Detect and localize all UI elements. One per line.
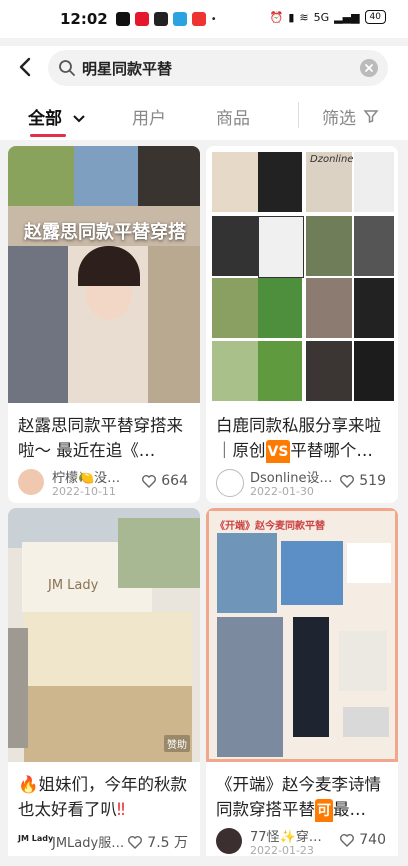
back-icon[interactable] xyxy=(14,55,38,79)
heart-icon xyxy=(340,834,355,847)
status-time: 12:02 xyxy=(60,10,108,28)
note-title[interactable]: 赵露思同款平替穿搭来啦～ 最近在追《… xyxy=(8,403,200,463)
note-title[interactable]: 白鹿同款私服分享来啦｜原创 VS 平替哪个… xyxy=(206,403,398,463)
note-title[interactable]: 《开端》赵今麦李诗情同款穿搭平替可最… xyxy=(206,762,398,822)
like-count: 519 xyxy=(359,473,386,489)
network-label: 5G xyxy=(313,10,330,24)
like-button[interactable]: 7.5 万 xyxy=(127,832,188,852)
like-count: 740 xyxy=(359,832,386,848)
battery-icon: 40 xyxy=(364,10,386,24)
filter-tabs: 全部 用户 商品 筛选 xyxy=(0,90,408,140)
search-box[interactable]: 明星同款平替 xyxy=(48,50,388,86)
tab-users[interactable]: 用户 xyxy=(132,104,166,129)
like-button[interactable]: 664 xyxy=(141,473,188,489)
author-name[interactable]: 柠檬🍋没… xyxy=(52,467,120,486)
heart-icon xyxy=(128,836,143,849)
tab-products[interactable]: 商品 xyxy=(216,104,250,129)
note-title-part: 平替哪个… xyxy=(290,441,373,460)
status-bar: 12:02 • ⏰ ▮ ≋ 5G ▂▄▆ 40 xyxy=(0,0,408,38)
vibrate-icon: ▮ xyxy=(288,10,295,24)
bag-brand-text: JM Lady xyxy=(48,578,99,593)
heart-icon xyxy=(340,475,355,488)
status-right: ⏰ ▮ ≋ 5G ▂▄▆ 40 xyxy=(270,10,386,24)
like-count: 664 xyxy=(161,473,188,489)
telegram-icon xyxy=(172,12,187,26)
author-name[interactable]: JMLady服… xyxy=(52,832,124,851)
search-query[interactable]: 明星同款平替 xyxy=(82,58,172,79)
avatar[interactable]: JM Lady xyxy=(18,834,53,843)
tab-filter[interactable]: 筛选 xyxy=(322,104,379,129)
note-cover-image[interactable]: JM Lady 赞助 xyxy=(8,508,200,762)
ke-badge: 可 xyxy=(315,799,333,822)
sponsored-label: 赞助 xyxy=(164,735,190,752)
filter-icon xyxy=(363,110,379,124)
note-title-part: 姐妹们，今年的秋款也太好看了叭 xyxy=(18,775,188,819)
note-cover-image[interactable]: 赵露思同款平替穿搭 xyxy=(8,146,200,403)
like-count: 7.5 万 xyxy=(147,835,188,851)
note-title-part: 最… xyxy=(333,800,366,819)
double-exclamation-icon: ‼ xyxy=(117,800,126,819)
note-meta: Dsonline设… 2022-01-30 519 xyxy=(206,463,398,503)
note-card[interactable]: 《开端》赵今麦同款平替 《开端》赵今麦李诗情同款穿搭平替可最… 77怪✨穿… 2… xyxy=(206,508,398,862)
chevron-down-icon xyxy=(73,115,85,123)
vs-badge: VS xyxy=(265,440,291,463)
note-card[interactable]: 赵露思同款平替穿搭 赵露思同款平替穿搭来啦～ 最近在追《… 柠檬🍋没… 2022… xyxy=(8,146,200,503)
note-cover-image[interactable]: 《开端》赵今麦同款平替 xyxy=(206,508,398,762)
alarm-icon: ⏰ xyxy=(269,10,284,24)
tab-all-label: 全部 xyxy=(28,109,62,129)
tab-divider xyxy=(298,102,299,128)
post-date: 2022-01-30 xyxy=(250,485,314,498)
author-name[interactable]: 77怪✨穿… xyxy=(250,826,322,845)
like-button[interactable]: 740 xyxy=(339,832,386,848)
wifi-icon: ≋ xyxy=(299,10,309,24)
search-header: 明星同款平替 xyxy=(0,46,408,90)
fire-icon: 🔥 xyxy=(18,775,39,794)
post-date: 2022-10-11 xyxy=(52,485,116,498)
tab-active-underline xyxy=(30,134,66,137)
note-title[interactable]: 🔥姐妹们，今年的秋款也太好看了叭‼ xyxy=(8,762,200,822)
note-card[interactable]: Dzonline 白鹿同款私服分享来啦｜原创 VS 平替哪个… Dsonline设…… xyxy=(206,146,398,503)
app-icon xyxy=(153,12,168,26)
red-app-icon xyxy=(191,12,206,26)
avatar[interactable] xyxy=(216,469,244,497)
like-button[interactable]: 519 xyxy=(339,473,386,489)
dot-icon: • xyxy=(210,13,217,25)
note-meta: 柠檬🍋没… 2022-10-11 664 xyxy=(8,463,200,503)
brand-watermark: Dzonline xyxy=(310,154,354,165)
weibo-icon xyxy=(134,12,149,26)
tiktok-icon xyxy=(115,12,130,26)
avatar[interactable] xyxy=(216,828,242,854)
heart-icon xyxy=(142,475,157,488)
avatar[interactable] xyxy=(18,469,44,495)
tab-all[interactable]: 全部 xyxy=(28,104,86,129)
cover-overlay-text: 赵露思同款平替穿搭 xyxy=(24,222,186,243)
note-card[interactable]: JM Lady 赞助 🔥姐妹们，今年的秋款也太好看了叭‼ JM Lady JML… xyxy=(8,508,200,862)
signal-icon: ▂▄▆ xyxy=(334,10,360,24)
cover-overlay-text: 《开端》赵今麦同款平替 xyxy=(215,521,325,532)
author-name[interactable]: Dsonline设… xyxy=(250,467,332,486)
bottom-edge xyxy=(0,856,408,866)
search-icon xyxy=(59,60,75,76)
status-app-icons: • xyxy=(115,12,217,26)
note-cover-image[interactable]: Dzonline xyxy=(206,146,398,403)
tab-filter-label: 筛选 xyxy=(322,109,356,129)
clear-icon[interactable] xyxy=(360,59,378,77)
